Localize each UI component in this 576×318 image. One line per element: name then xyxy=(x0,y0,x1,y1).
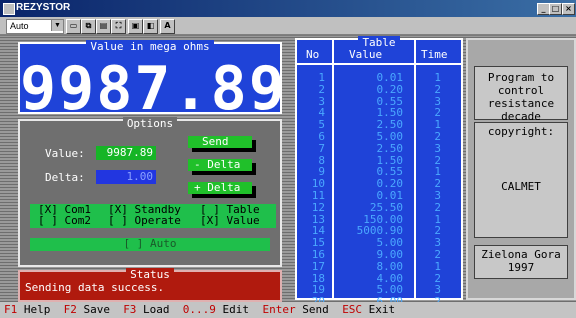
copy-icon[interactable]: ⧉ xyxy=(81,19,96,34)
font-size-value: Auto xyxy=(10,21,29,31)
table-cell: 17 xyxy=(311,259,325,273)
value-display-panel: Value in mega ohms 9987.89 xyxy=(18,40,285,124)
table-cell: 6 xyxy=(318,129,325,143)
fullscreen-icon[interactable]: ⛶ xyxy=(111,19,126,34)
table-cell: 8.00 xyxy=(376,259,404,273)
table-cell: 0.01 xyxy=(376,188,404,202)
table-cell: 2 xyxy=(434,247,441,261)
function-key-send[interactable]: Enter Send xyxy=(263,302,329,318)
info-panel: Program to control resistance decade cop… xyxy=(466,38,576,300)
table-cell: 5.00 xyxy=(376,129,404,143)
function-key-help[interactable]: F1 Help xyxy=(4,302,50,318)
com2-checkbox[interactable]: [ ] Com2 xyxy=(38,215,91,228)
table-cell: 2 xyxy=(434,200,441,214)
place-year: Zielona Gora 1997 xyxy=(474,245,568,279)
operate-checkbox[interactable]: [ ] Operate xyxy=(108,215,181,228)
table-cell: 3 xyxy=(434,141,441,155)
title-bar: REZYSTOR _ □ × xyxy=(0,0,576,17)
auto-checkbox[interactable]: [ ] Auto xyxy=(30,238,270,251)
function-key-exit[interactable]: ESC Exit xyxy=(342,302,395,318)
function-key-bar: F1 Help F2 Save F3 Load 0...9 Edit Enter Sen… xyxy=(0,302,576,318)
delta-label: Delta: xyxy=(45,171,85,184)
status-title: Status xyxy=(126,268,174,281)
send-button[interactable]: Send xyxy=(188,136,252,148)
value-label: Value: xyxy=(45,147,85,160)
app-icon xyxy=(3,3,15,15)
program-description: Program to control resistance decade xyxy=(474,66,568,123)
mark-icon[interactable]: ▭ xyxy=(66,19,81,34)
value-checkbox[interactable]: [X] Value xyxy=(200,215,260,228)
delta-minus-button[interactable]: - Delta xyxy=(188,159,252,171)
table-cell: 16 xyxy=(311,247,325,261)
toolbar: Auto ▼ ▭ ⧉ ▤ ⛶ ▣ ◧ A xyxy=(0,17,576,35)
status-panel: Status Sending data success. xyxy=(18,268,282,302)
copyright-label: copyright: xyxy=(487,125,555,138)
close-button[interactable]: × xyxy=(562,3,575,15)
font-size-select[interactable]: Auto ▼ xyxy=(6,19,64,34)
table-column-no: 1234567891011121314151617181920 xyxy=(301,72,325,308)
company-name: CALMET xyxy=(501,180,541,193)
table-cell: 0.20 xyxy=(376,82,404,96)
chevron-down-icon[interactable]: ▼ xyxy=(51,20,63,31)
options-panel: Options Value: 9987.89 Delta: 1.00 Send … xyxy=(18,117,282,267)
value-display-title: Value in mega ohms xyxy=(86,40,214,53)
table-cell: 11 xyxy=(311,188,325,202)
table-header-time: Time xyxy=(421,48,448,61)
value-input[interactable]: 9987.89 xyxy=(96,146,156,160)
table-cell: 2.50 xyxy=(376,141,404,155)
paste-icon[interactable]: ▤ xyxy=(96,19,111,34)
table-cell: 25.50 xyxy=(369,200,403,214)
table-cell: 7 xyxy=(318,141,325,155)
maximize-button[interactable]: □ xyxy=(549,3,562,15)
function-key-edit[interactable]: 0...9 Edit xyxy=(183,302,249,318)
options-title: Options xyxy=(122,117,178,130)
table-cell: 3 xyxy=(434,188,441,202)
table-header-value: Value xyxy=(349,48,383,61)
window-title: REZYSTOR xyxy=(16,2,71,13)
table-cell: 2 xyxy=(434,82,441,96)
background-icon[interactable]: ◧ xyxy=(143,19,158,34)
table-cell: 2 xyxy=(318,82,325,96)
table-panel: Table No Value Time 1 2 3 4 5 6 7 8 9 10 11 12 13 14 1… xyxy=(295,36,463,307)
delta-input[interactable]: 1.00 xyxy=(96,170,156,184)
function-key-load[interactable]: F3 Load xyxy=(123,302,169,318)
properties-icon[interactable]: ▣ xyxy=(128,19,143,34)
table-cell: 1 xyxy=(434,259,441,273)
status-message: Sending data success. xyxy=(25,281,165,294)
delta-plus-button[interactable]: + Delta xyxy=(188,182,252,194)
table-cell: 2 xyxy=(434,129,441,143)
copyright-box: copyright: CALMET xyxy=(474,122,568,238)
table-cell: 9.00 xyxy=(376,247,404,261)
font-button[interactable]: A xyxy=(160,19,175,34)
table-header-no: No xyxy=(306,48,320,61)
table-column-value: 0.01 0.20 0.55 1.50 2.50 5.00 2.50 1.50 0.55 0.20… xyxy=(337,72,403,308)
table-cell: 12 xyxy=(311,200,325,214)
table-column-time: 12321232123212321232 xyxy=(419,72,441,308)
function-key-save[interactable]: F2 Save xyxy=(64,302,110,318)
